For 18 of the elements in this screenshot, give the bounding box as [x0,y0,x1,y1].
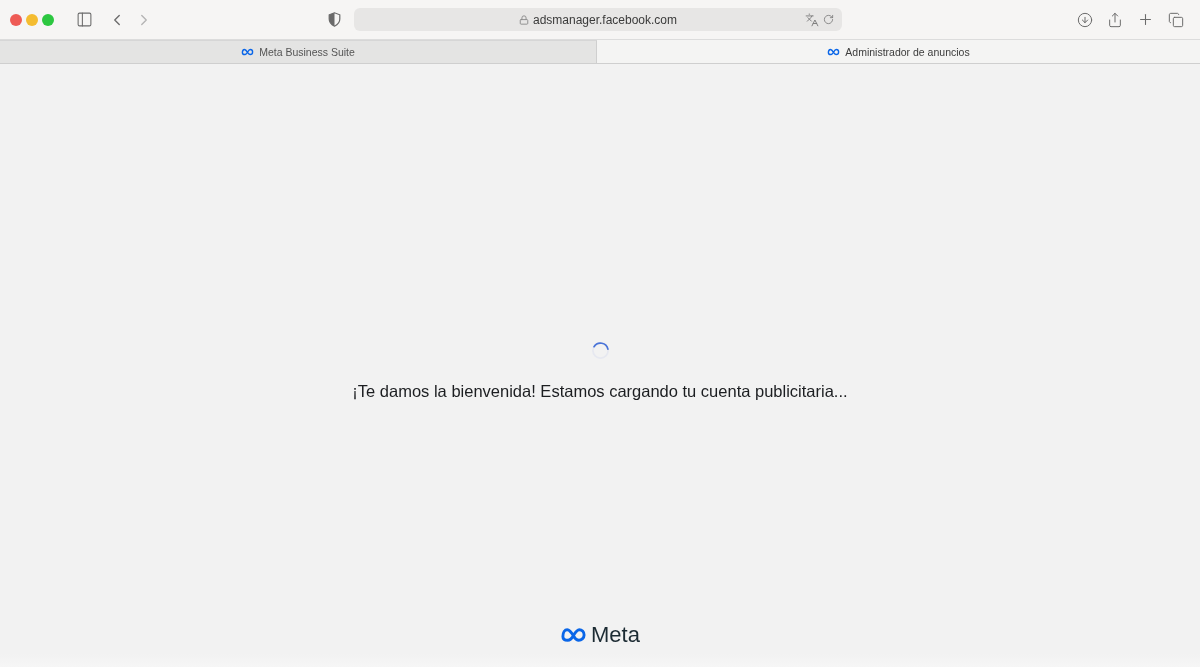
sidebar-icon[interactable] [76,11,93,28]
share-icon[interactable] [1107,11,1123,28]
loading-message: ¡Te damos la bienvenida! Estamos cargando tu cuenta publicitaria... [352,381,848,401]
infinity-logo-icon [241,48,255,56]
shield-icon[interactable] [328,12,341,27]
address-field[interactable]: adsmanager.facebook.com [354,8,842,31]
lock-icon [518,14,529,25]
infinity-logo-icon [827,47,841,56]
download-icon[interactable] [1077,11,1093,28]
browser-tab[interactable]: Meta Business Suite [0,40,597,63]
zoom-window-button[interactable] [42,13,54,26]
new-tab-icon[interactable] [1137,11,1154,28]
translate-icon[interactable] [805,12,819,27]
tab-overview-icon[interactable] [1168,11,1184,28]
close-window-button[interactable] [10,13,22,26]
infinity-logo-icon [560,627,588,643]
brand-name: Meta [591,623,640,647]
reload-icon[interactable] [823,14,834,25]
